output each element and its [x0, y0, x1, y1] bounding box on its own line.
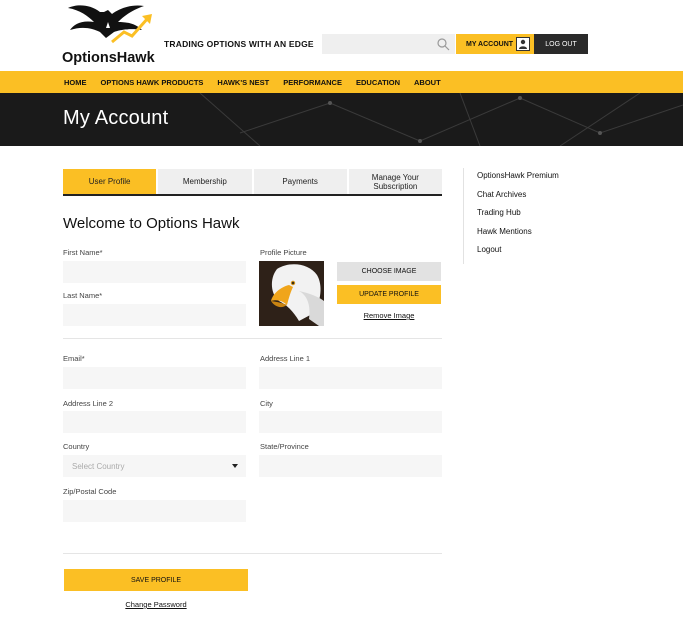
state-input[interactable]: [259, 455, 442, 477]
address2-input[interactable]: [63, 411, 246, 433]
nav-products[interactable]: OPTIONS HAWK PRODUCTS: [101, 78, 204, 87]
nav-performance[interactable]: PERFORMANCE: [283, 78, 342, 87]
account-sidebar: OptionsHawk Premium Chat Archives Tradin…: [463, 168, 603, 264]
city-input[interactable]: [259, 411, 442, 433]
address1-input[interactable]: [259, 367, 442, 389]
page-title: My Account: [63, 107, 169, 129]
sidebar-item-trading-hub[interactable]: Trading Hub: [477, 205, 603, 224]
sidebar-item-logout[interactable]: Logout: [477, 242, 603, 261]
address1-label: Address Line 1: [260, 354, 311, 363]
eagle-image-icon: [259, 261, 324, 326]
profile-tabs: User Profile Membership Payments Manage …: [63, 169, 442, 196]
update-profile-button[interactable]: UPDATE PROFILE: [337, 285, 441, 304]
my-account-button[interactable]: MY ACCOUNT: [456, 34, 534, 54]
profile-picture: [259, 261, 324, 326]
sidebar-item-premium[interactable]: OptionsHawk Premium: [477, 168, 603, 187]
tab-manage-subscription[interactable]: Manage Your Subscription: [348, 169, 442, 194]
email-label: Email*: [63, 354, 85, 363]
nav-about[interactable]: ABOUT: [414, 78, 441, 87]
zip-label: Zip/Postal Code: [63, 487, 117, 496]
welcome-heading: Welcome to Options Hawk: [63, 215, 240, 232]
search-icon[interactable]: [436, 37, 450, 51]
email-field[interactable]: [63, 367, 246, 389]
hawk-logo-icon: OptionsHawk: [62, 5, 156, 66]
logo-text: OptionsHawk: [62, 50, 156, 66]
user-avatar-icon: [516, 37, 530, 51]
first-name-label: First Name*: [63, 248, 103, 257]
tab-user-profile[interactable]: User Profile: [63, 169, 157, 194]
section-divider: [63, 338, 442, 339]
chevron-down-icon: [232, 464, 238, 468]
last-name-label: Last Name*: [63, 291, 103, 300]
first-name-input[interactable]: [63, 261, 246, 283]
profile-picture-label: Profile Picture: [260, 248, 307, 257]
main-nav: HOME OPTIONS HAWK PRODUCTS HAWK'S NEST P…: [0, 71, 683, 93]
tab-payments[interactable]: Payments: [253, 169, 347, 194]
logo[interactable]: OptionsHawk: [62, 2, 158, 66]
save-profile-button[interactable]: SAVE PROFILE: [64, 569, 248, 591]
sidebar-item-chat-archives[interactable]: Chat Archives: [477, 187, 603, 206]
zip-input[interactable]: [63, 500, 246, 522]
state-label: State/Province: [260, 442, 309, 451]
country-label: Country: [63, 442, 90, 451]
sidebar-item-hawk-mentions[interactable]: Hawk Mentions: [477, 224, 603, 243]
tagline: TRADING OPTIONS WITH AN EDGE: [164, 39, 314, 49]
page-banner: My Account: [0, 93, 683, 146]
nav-education[interactable]: EDUCATION: [356, 78, 400, 87]
country-select-value: Select Country: [72, 461, 125, 471]
city-label: City: [260, 399, 273, 408]
nav-hawks-nest[interactable]: HAWK'S NEST: [217, 78, 269, 87]
nav-home[interactable]: HOME: [64, 78, 87, 87]
my-account-label: MY ACCOUNT: [466, 40, 514, 48]
section-divider: [63, 553, 442, 554]
remove-image-link[interactable]: Remove Image: [337, 311, 441, 320]
address2-label: Address Line 2: [63, 399, 114, 408]
tab-membership[interactable]: Membership: [158, 169, 252, 194]
choose-image-button[interactable]: CHOOSE IMAGE: [337, 262, 441, 281]
country-select[interactable]: Select Country: [63, 455, 246, 477]
change-password-link[interactable]: Change Password: [64, 600, 248, 609]
last-name-input[interactable]: [63, 304, 246, 326]
logout-button[interactable]: LOG OUT: [534, 34, 588, 54]
